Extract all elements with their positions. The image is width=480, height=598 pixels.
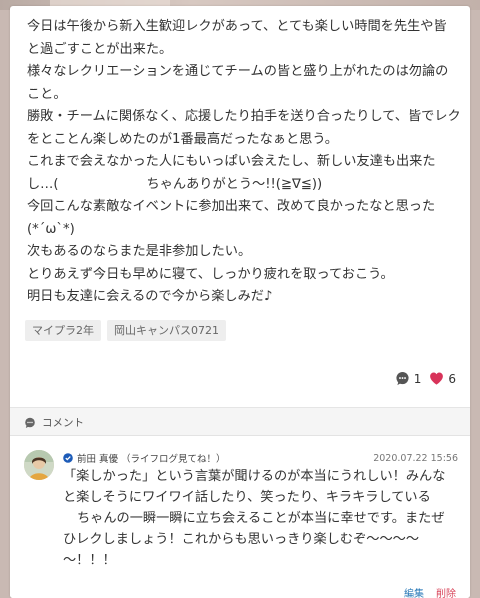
post-line: 今日は午後から新入生歓迎レクがあって、とても楽しい時間を先生や皆 — [27, 19, 447, 34]
comment-line: ひレクしましょう！これからも思いっきり楽しむぞ〜〜〜〜 — [63, 532, 420, 547]
avatar[interactable] — [24, 450, 54, 480]
comment-actions: 編集 削除 — [404, 585, 456, 598]
comment-body: 「楽しかった」という言葉が聞けるのが本当にうれしい！みんな と楽しそうにワイワイ… — [63, 466, 458, 571]
comment-line-text: ちゃんの一瞬一瞬に立ち会えることが本当に幸せです。またぜ — [77, 511, 445, 526]
post-line: 様々なレクリエーションを通じてチームの皆と盛り上がれたのは勿論の — [27, 64, 449, 79]
post-line: とりあえず今日も早めに寝て、しっかり疲れを取っておこう。 — [27, 266, 394, 282]
post-line: 今回こんな素敵なイベントに参加出来て、改めて良かったなと思った — [27, 199, 436, 214]
tag-item[interactable]: 岡山キャンパス0721 — [107, 320, 226, 341]
comment-count: 1 — [413, 371, 422, 386]
tag-list: マイプラ2年 岡山キャンパス0721 — [25, 320, 226, 341]
verified-badge-icon — [63, 453, 73, 463]
comments-header: コメント — [24, 415, 84, 430]
comment-item: 前田 真優 （ライフログ見てね！） 2020.07.22 15:56 「楽しかっ… — [10, 436, 470, 598]
chat-icon — [25, 417, 35, 428]
post-line: 次もあるのならまた是非参加したい。 — [27, 244, 252, 259]
comments-header-label: コメント — [42, 417, 84, 429]
comment-line-with-gap: ちゃんの一瞬一瞬に立ち会えることが本当に幸せです。またぜ — [63, 508, 458, 529]
comment-line: 〜！！！ — [63, 553, 116, 568]
post-line-start: し…( — [27, 176, 59, 192]
post-line: (*´ω`*) — [27, 221, 75, 237]
like-count: 6 — [448, 371, 456, 386]
reaction-bar: 1 6 — [395, 371, 456, 386]
post-line: 勝敗・チームに関係なく、応援したり拍手を送り合ったりして、皆でレク — [27, 109, 461, 124]
heart-icon[interactable] — [429, 371, 444, 386]
post-line: 明日も友達に会えるので今から楽しみだ♪ — [27, 289, 273, 304]
post-line: と過ごすことが出来た。 — [27, 41, 173, 57]
post-line-with-gap: し…( ちゃんありがとう〜!!(≧∇≦)) — [27, 174, 457, 197]
tag-item[interactable]: マイプラ2年 — [25, 320, 101, 341]
edit-comment-link[interactable]: 編集 — [404, 585, 424, 598]
comment-author-row: 前田 真優 （ライフログ見てね！） 2020.07.22 15:56 — [63, 450, 458, 466]
comment-author-name[interactable]: 前田 真優 （ライフログ見てね！） — [77, 451, 226, 465]
speech-bubble-icon[interactable] — [395, 371, 410, 386]
comment-line: と楽しそうにワイワイ話したり、笑ったり、キラキラしている — [63, 490, 431, 505]
post-line: これまで会えなかった人にもいっぱい会えたし、新しい友達も出来た — [27, 154, 436, 169]
comment-timestamp: 2020.07.22 15:56 — [373, 452, 458, 464]
avatar-image — [24, 450, 54, 480]
comment-line: 「楽しかった」という言葉が聞けるのが本当にうれしい！みんな — [63, 469, 446, 484]
post-line: こと。 — [27, 86, 67, 102]
comments-section: コメント 前田 真優 （ライフログ見てね！） 2020.07.22 15:56 … — [10, 407, 470, 598]
post-body: 今日は午後から新入生歓迎レクがあって、とても楽しい時間を先生や皆 と過ごすことが… — [27, 16, 461, 309]
delete-comment-link[interactable]: 削除 — [436, 585, 456, 598]
post-card: 今日は午後から新入生歓迎レクがあって、とても楽しい時間を先生や皆 と過ごすことが… — [10, 6, 470, 598]
post-line-end: ちゃんありがとう〜!!(≧∇≦)) — [146, 176, 323, 192]
post-line: をとことん楽しめたのが1番最高だったなぁと思う。 — [27, 131, 338, 147]
